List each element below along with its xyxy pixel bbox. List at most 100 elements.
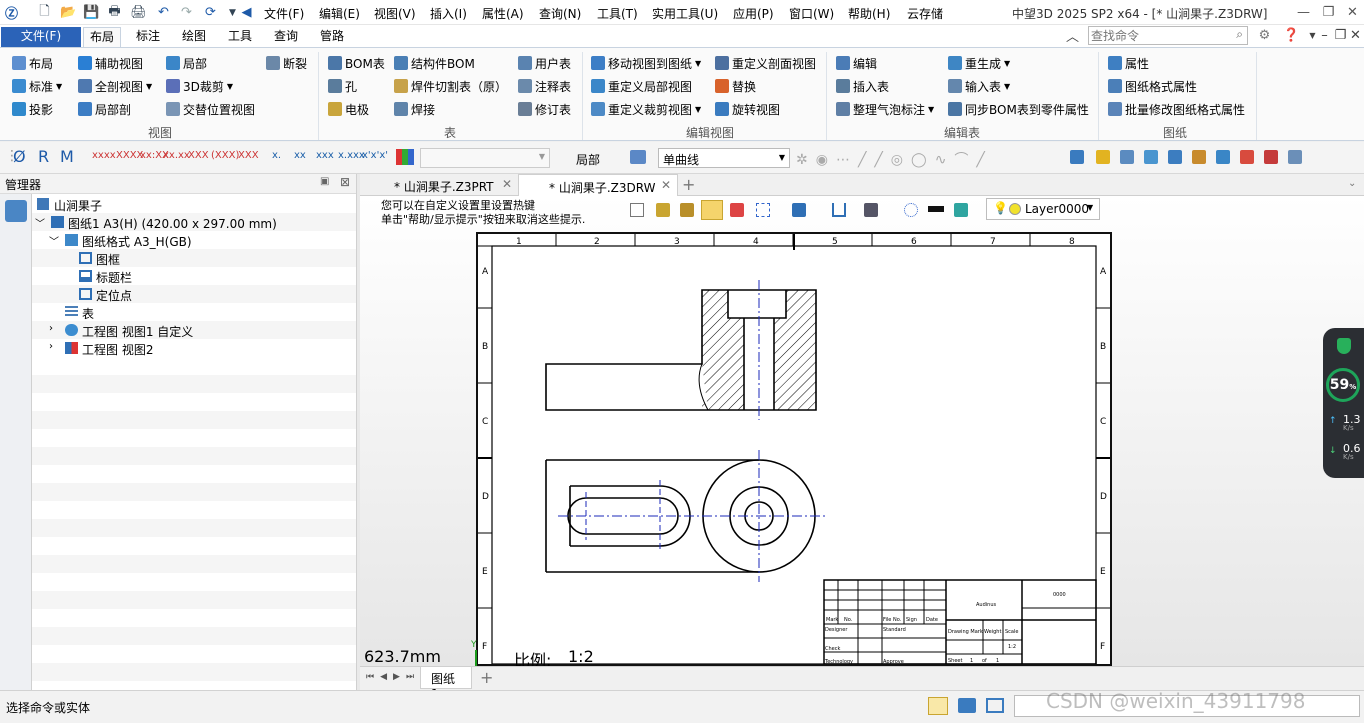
tool-icon[interactable]	[1216, 150, 1230, 164]
menu-cloud[interactable]: 云存储	[907, 5, 943, 22]
full-section-button[interactable]: 全剖视图 ▼	[78, 77, 152, 95]
local-section-button[interactable]: 局部剖	[78, 100, 131, 118]
sheet-properties-button[interactable]: 属性	[1108, 54, 1149, 72]
new-file-icon[interactable]: 🗋	[36, 4, 53, 21]
restore-icon[interactable]: ❐	[1320, 4, 1337, 21]
tree-node-view1[interactable]: › 工程图 视图1 自定义	[32, 321, 356, 339]
filter-icon[interactable]	[730, 203, 744, 217]
minimize-icon[interactable]: —	[1295, 4, 1312, 21]
arrange-balloons-button[interactable]: 整理气泡标注 ▼	[836, 100, 934, 118]
tree-node-titleblock[interactable]: 标题栏	[32, 267, 356, 285]
window-icon[interactable]	[986, 698, 1004, 713]
tab-draw[interactable]: 绘图	[176, 27, 212, 47]
sync-bom-button[interactable]: 同步BOM表到零件属性	[948, 100, 1089, 118]
redefine-section-button[interactable]: 重定义剖面视图	[715, 54, 816, 72]
command-search[interactable]: ⌕	[1088, 26, 1248, 45]
dim-format-button[interactable]: (XXX)	[211, 150, 239, 161]
tab-layout[interactable]: 布局	[83, 27, 122, 47]
doc-tab-drawing[interactable]: * 山涧果子.Z3DRW ✕	[518, 174, 678, 196]
tab-annotate[interactable]: 标注	[130, 27, 166, 47]
tool-icon[interactable]	[1288, 150, 1302, 164]
tree-node-format[interactable]: ﹀ 图纸格式 A3_H(GB)	[32, 231, 356, 249]
snap-tools-icon[interactable]: ✲◉⋯╱╱◎◯∿⌒╱	[796, 149, 993, 169]
tool-icon[interactable]	[1120, 150, 1134, 164]
layer-icon[interactable]	[1070, 150, 1084, 164]
tab-list-icon[interactable]: ⌄	[1348, 178, 1356, 189]
revision-table-button[interactable]: 修订表	[518, 100, 571, 118]
select-icon[interactable]	[904, 203, 918, 217]
exit-icon[interactable]	[630, 203, 644, 217]
chevron-down-icon[interactable]: ﹀	[49, 233, 59, 248]
light-icon[interactable]	[1096, 150, 1110, 164]
menu-view[interactable]: 视图(V)	[374, 5, 416, 22]
layer-select[interactable]: 💡 Layer0000 ▼	[986, 198, 1100, 220]
text-style-select[interactable]: ▼	[420, 148, 550, 168]
refresh-icon[interactable]: ⟳	[202, 4, 219, 21]
dim-format-button[interactable]: xx.xx	[163, 150, 190, 161]
tree-node-sheet[interactable]: ﹀ 图纸1 A3(H) (420.00 x 297.00 mm)	[32, 213, 356, 231]
weldment-bom-button[interactable]: 结构件BOM	[394, 54, 475, 72]
tab-file[interactable]: 文件(F)	[1, 27, 81, 47]
menu-tools[interactable]: 工具(T)	[597, 5, 638, 22]
display-mode-icon[interactable]	[701, 200, 723, 220]
precision-button[interactable]: x.	[272, 150, 281, 161]
brush-icon[interactable]	[680, 203, 694, 217]
bom-table-button[interactable]: BOM表	[328, 54, 385, 72]
open-folder-icon[interactable]: 📂	[60, 4, 77, 21]
redo-icon[interactable]: ↷	[178, 4, 195, 21]
import-table-dropdown-icon[interactable]: ▼	[1004, 82, 1010, 91]
line-weight-icon[interactable]	[928, 206, 944, 212]
metric-symbol-button[interactable]: M	[60, 147, 74, 166]
regenerate-button[interactable]: 重生成 ▼	[948, 54, 1010, 72]
standard-dropdown-icon[interactable]: ▼	[56, 82, 62, 91]
view-style-icon[interactable]	[630, 150, 646, 164]
hole-table-button[interactable]: 孔	[328, 77, 357, 95]
sheet-nav-arrows-icon[interactable]: ⏮◀▶⏭	[366, 672, 420, 682]
grid-icon[interactable]	[756, 203, 770, 217]
print-preview-icon[interactable]: 🖨	[130, 4, 147, 21]
tab-tools[interactable]: 工具	[222, 27, 258, 47]
close-panel-icon[interactable]: ⊠	[340, 175, 350, 189]
break-button[interactable]: 断裂	[266, 54, 307, 72]
command-search-input[interactable]	[1089, 27, 1219, 44]
status-toggle-icon[interactable]	[928, 697, 948, 715]
menu-attribute[interactable]: 属性(A)	[482, 5, 524, 22]
replace-button[interactable]: 替换	[715, 77, 756, 95]
detail-button[interactable]: 局部	[166, 54, 207, 72]
drawing-sheet[interactable]: 1 2 3 4 5 6 7 8 A B C D E F A B C D E F …	[476, 232, 1112, 666]
dim-format-button[interactable]: xxxx	[92, 150, 116, 161]
render-icon[interactable]	[864, 203, 878, 217]
redefine-clip-dropdown-icon[interactable]: ▼	[695, 105, 701, 114]
arrange-balloons-dropdown-icon[interactable]: ▼	[928, 105, 934, 114]
electrode-table-button[interactable]: 电极	[328, 100, 369, 118]
tool-icon[interactable]	[1168, 150, 1182, 164]
edit-table-button[interactable]: 编辑	[836, 54, 877, 72]
ribbon-collapse-icon[interactable]: ︿	[1064, 27, 1081, 45]
history-manager-icon[interactable]	[5, 200, 27, 222]
dim-format-button[interactable]: XXX	[188, 150, 209, 161]
menu-help[interactable]: 帮助(H)	[848, 5, 890, 22]
chevron-right-icon[interactable]: ›	[49, 323, 53, 334]
tree-node-frame[interactable]: 图框	[32, 249, 356, 267]
standard-button[interactable]: 标准 ▼	[12, 77, 62, 95]
layout-button[interactable]: 布局	[12, 54, 53, 72]
settings-gear-icon[interactable]: ⚙	[1256, 27, 1273, 44]
diameter-symbol-button[interactable]: Ø	[13, 147, 26, 166]
line-type-select[interactable]: 单曲线 ▼	[658, 148, 790, 168]
layer-manager-icon[interactable]	[954, 203, 968, 217]
weld-table-button[interactable]: 焊接	[394, 100, 435, 118]
save-icon[interactable]: 💾	[83, 4, 100, 21]
tool-icon[interactable]	[1144, 150, 1158, 164]
menu-inquire[interactable]: 查询(N)	[539, 5, 581, 22]
chevron-right-icon[interactable]: ›	[49, 341, 53, 352]
add-tab-icon[interactable]: +	[682, 175, 695, 194]
regenerate-dropdown-icon[interactable]: ▼	[1004, 59, 1010, 68]
menu-utilities[interactable]: 实用工具(U)	[652, 5, 718, 22]
import-table-button[interactable]: 输入表 ▼	[948, 77, 1010, 95]
note-table-button[interactable]: 注释表	[518, 77, 571, 95]
tool-icon[interactable]	[1240, 150, 1254, 164]
help-icon[interactable]: ❓	[1283, 27, 1300, 44]
precision-button[interactable]: xxx	[316, 150, 334, 161]
move-view-button[interactable]: 移动视图到图纸 ▼	[591, 54, 701, 72]
rotate-view-button[interactable]: 旋转视图	[715, 100, 780, 118]
